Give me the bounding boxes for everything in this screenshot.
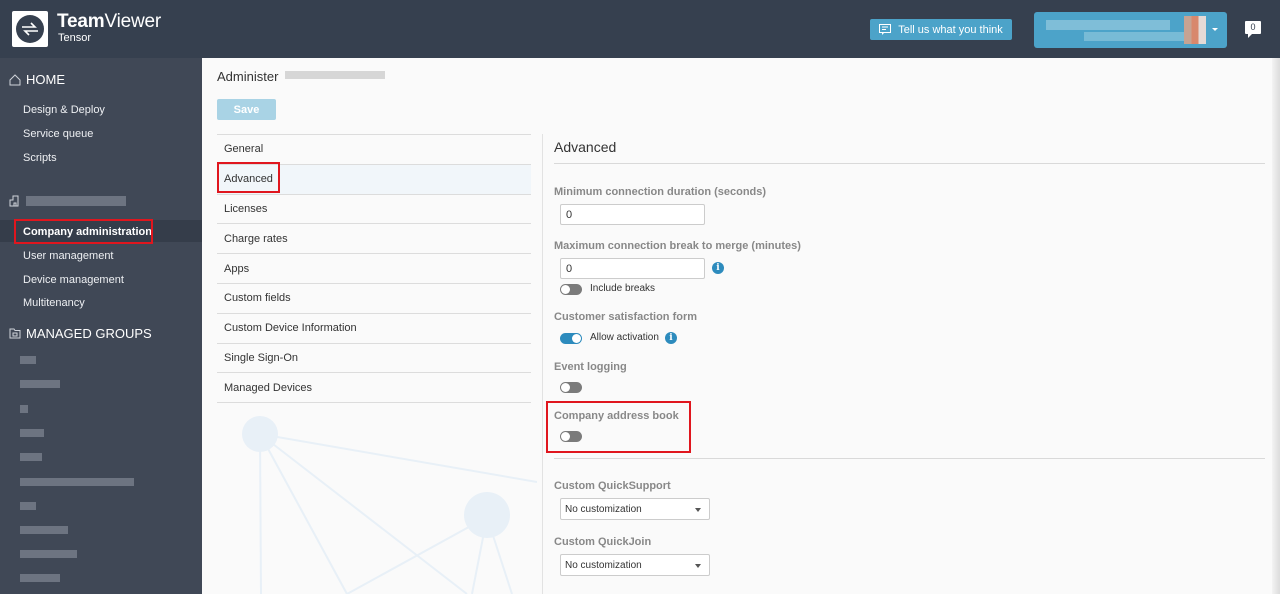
include-breaks-toggle[interactable] [560,284,582,295]
account-menu-button[interactable] [1034,12,1227,48]
sidebar-item-service-queue[interactable]: Service queue [23,128,93,140]
avatar [1184,16,1206,44]
event-logging-toggle[interactable] [560,382,582,393]
sidebar-item-scripts[interactable]: Scripts [23,152,57,164]
nav-item-managed-devices[interactable]: Managed Devices [217,372,531,402]
save-button[interactable]: Save [217,99,276,120]
sidebar-item-user-management[interactable]: User management [23,250,114,262]
chevron-down-icon [695,564,701,568]
group-item[interactable] [20,453,42,461]
min-duration-label: Minimum connection duration (seconds) [554,186,767,198]
event-logging-label: Event logging [554,361,627,373]
nav-item-custom-fields[interactable]: Custom fields [217,282,531,313]
brand-bold: Team [57,11,105,32]
allow-activation-toggle[interactable] [560,333,582,344]
company-name-redacted [26,196,126,206]
group-item[interactable] [20,429,44,437]
group-item[interactable] [20,356,36,364]
company-name-redacted [285,71,385,79]
group-item[interactable] [20,478,134,486]
brand-subtitle: Tensor [58,32,92,44]
nav-item-apps[interactable]: Apps [217,253,531,283]
quicksupport-label: Custom QuickSupport [554,480,671,492]
quickjoin-label: Custom QuickJoin [554,536,652,548]
panel-divider [542,134,543,594]
satisfaction-label: Customer satisfaction form [554,311,698,323]
feedback-button[interactable]: Tell us what you think [870,19,1012,40]
sidebar: HOME Design & Deploy Service queue Scrip… [0,58,202,594]
nav-item-single-sign-on[interactable]: Single Sign-On [217,342,531,373]
max-break-label: Maximum connection break to merge (minut… [554,240,801,252]
nav-item-custom-device-information[interactable]: Custom Device Information [217,312,531,343]
nav-item-general[interactable]: General [217,134,531,164]
building-icon [9,195,19,207]
max-break-input[interactable] [560,258,705,279]
top-bar: TeamViewer Tensor Tell us what you think… [0,0,1280,58]
group-item[interactable] [20,502,36,510]
group-item[interactable] [20,405,28,413]
quickjoin-select[interactable]: No customization [560,554,710,576]
min-duration-input[interactable] [560,204,705,225]
highlight-annotation [217,162,280,193]
brand-rest: Viewer [104,11,161,32]
nav-item-licenses[interactable]: Licenses [217,193,531,224]
divider [554,458,1265,459]
info-icon[interactable]: i [665,332,677,344]
logo-arrows-icon [16,15,44,43]
sidebar-home[interactable]: HOME [9,72,65,87]
include-breaks-label: Include breaks [590,283,656,294]
nav-item-charge-rates[interactable]: Charge rates [217,223,531,253]
network-illustration [242,416,537,594]
chevron-down-icon [695,508,701,512]
managed-groups-label: MANAGED GROUPS [26,326,152,341]
account-name-redacted [1046,20,1170,30]
notifications-icon[interactable]: 0 [1245,21,1261,38]
feedback-label: Tell us what you think [898,23,1003,36]
group-item[interactable] [20,574,60,582]
sidebar-item-multitenancy[interactable]: Multitenancy [23,297,85,309]
group-item[interactable] [20,550,77,558]
sidebar-item-design-deploy[interactable]: Design & Deploy [23,104,105,116]
page-title: Administer [217,69,279,84]
divider [554,163,1265,164]
home-icon [9,73,21,85]
chevron-down-icon [1212,28,1218,31]
panel-title: Advanced [554,139,617,155]
quicksupport-value: No customization [565,503,642,515]
scrollbar[interactable] [1272,58,1280,594]
highlight-annotation [546,401,691,453]
allow-activation-label: Allow activation [590,332,659,343]
account-email-redacted [1084,32,1184,41]
brand: TeamViewer Tensor [57,11,161,45]
group-item[interactable] [20,526,68,534]
folder-icon [9,328,21,339]
quicksupport-select[interactable]: No customization [560,498,710,520]
sidebar-item-device-management[interactable]: Device management [23,274,124,286]
info-icon[interactable]: i [712,262,724,274]
quickjoin-value: No customization [565,559,642,571]
sidebar-managed-groups[interactable]: MANAGED GROUPS [9,326,152,341]
highlight-annotation [14,219,153,244]
group-item[interactable] [20,380,60,388]
teamviewer-logo[interactable] [12,11,48,47]
sidebar-company[interactable] [9,195,126,207]
feedback-icon [879,24,892,35]
home-label: HOME [26,72,65,87]
